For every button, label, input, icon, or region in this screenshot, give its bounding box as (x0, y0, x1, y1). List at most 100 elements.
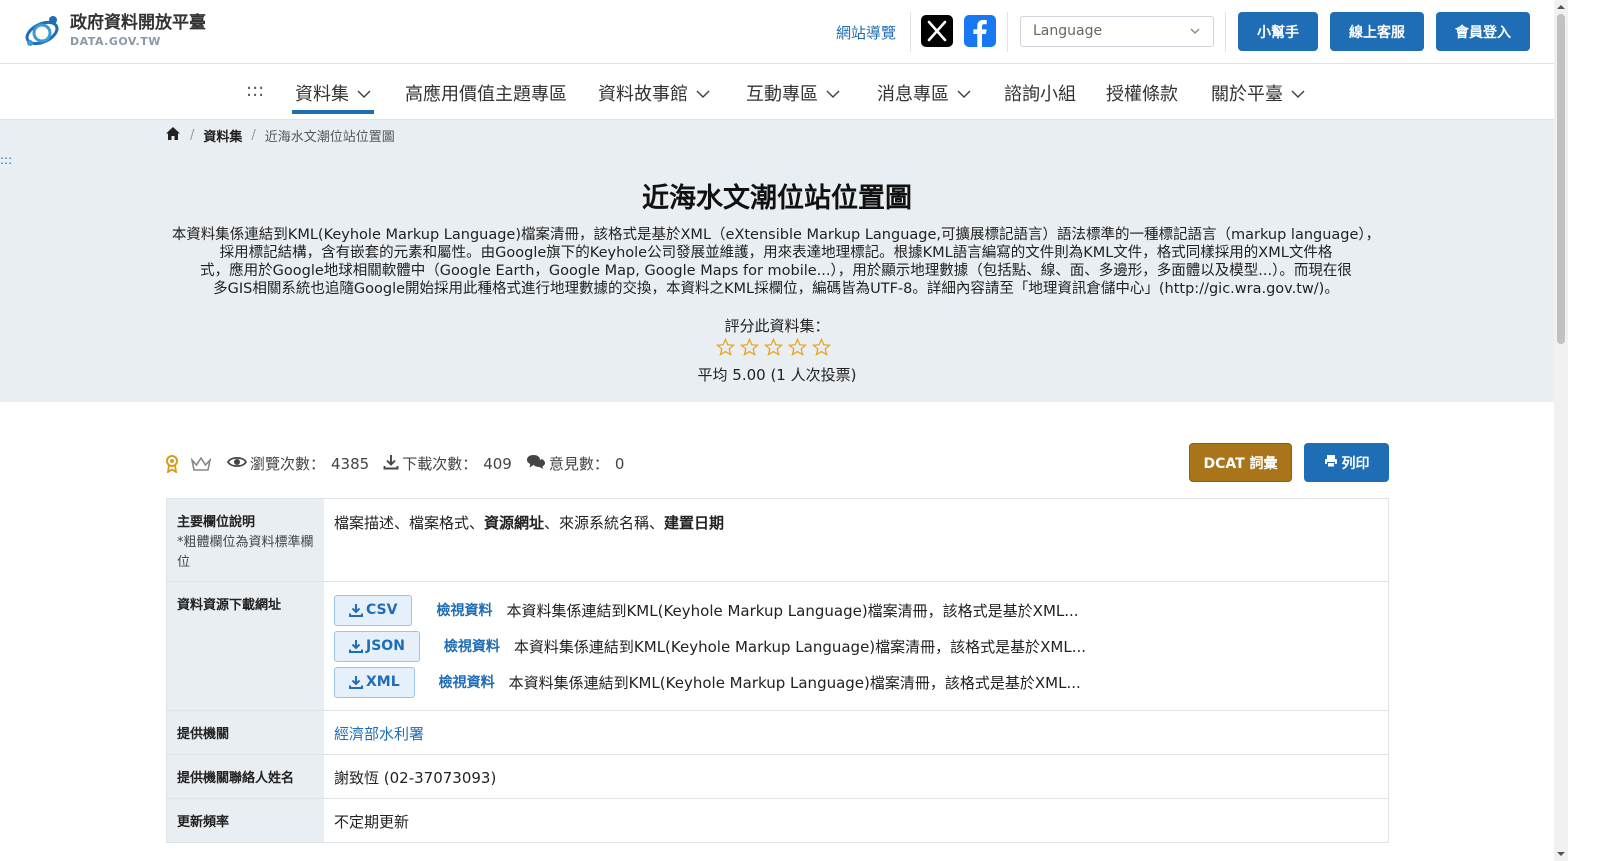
view-data-link[interactable]: 檢視資料 (436, 600, 492, 620)
chevron-down-icon (1291, 83, 1305, 104)
breadcrumb-datasets[interactable]: 資料集 (203, 126, 242, 145)
nav-item-about[interactable]: 關於平臺 (1211, 80, 1305, 106)
downloads-stat: 下載次數： 409 (383, 453, 512, 474)
star-icon[interactable] (716, 338, 735, 357)
site-header: 政府資料開放平臺 DATA.GOV.TW 網站導覽 Language 小幫手 線… (0, 0, 1568, 64)
chevron-down-icon (1189, 25, 1201, 41)
nav-item-label: 資料集 (295, 84, 349, 105)
content-skip-anchor[interactable]: ::: (0, 153, 12, 167)
online-service-button[interactable]: 線上客服 (1330, 12, 1424, 51)
nav-item-label: 資料故事館 (598, 84, 688, 105)
nav-item-label: 授權條款 (1106, 84, 1178, 105)
dataset-info-table: 主要欄位說明 *粗體欄位為資料標準欄位 檔案描述、檔案格式、資源網址、來源系統名… (166, 498, 1389, 843)
nav-item-advisory[interactable]: 諮詢小組 (1004, 80, 1076, 106)
agency-link[interactable]: 經濟部水利署 (334, 725, 424, 743)
chevron-down-icon (357, 83, 371, 104)
divider (1225, 12, 1226, 52)
language-select-value: Language (1033, 23, 1103, 39)
star-icon[interactable] (812, 338, 831, 357)
description-line: 採用標記結構，含有嵌套的元素和屬性。由Google旗下的Keyhole公司發展並… (219, 245, 1333, 261)
fields-note: *粗體欄位為資料標準欄位 (177, 535, 314, 570)
nav-active-indicator (292, 110, 374, 114)
field-text-bold: 建置日期 (664, 514, 725, 532)
table-key: 主要欄位說明 *粗體欄位為資料標準欄位 (167, 499, 324, 581)
logo-icon (22, 12, 64, 50)
eye-icon (226, 455, 248, 473)
downloads-key: 資料資源下載網址 (167, 582, 324, 710)
breadcrumb-current: 近海水文潮位站位置圖 (264, 130, 395, 145)
description-line: 本資料集係連結到KML(Keyhole Markup Language)檔案清冊… (171, 227, 1381, 243)
chevron-down-icon (957, 83, 971, 104)
page-scrollbar[interactable] (1554, 0, 1568, 861)
nav-item-datasets[interactable]: 資料集 (295, 80, 371, 106)
nav-item-stories[interactable]: 資料故事館 (598, 80, 710, 106)
download-format: JSON (366, 638, 405, 654)
nav-item-label: 高應用價值主題專區 (405, 84, 567, 105)
download-xml-button[interactable]: XML (334, 666, 415, 698)
star-icon[interactable] (788, 338, 807, 357)
site-logo[interactable]: 政府資料開放平臺 DATA.GOV.TW (22, 12, 206, 50)
view-data-link[interactable]: 檢視資料 (444, 636, 500, 656)
sitemap-link[interactable]: 網站導覽 (836, 22, 896, 43)
download-format: XML (366, 674, 400, 690)
comments-label: 意見數： (548, 455, 609, 473)
agency-key: 提供機關 (167, 711, 324, 754)
fields-key: 主要欄位說明 (177, 515, 256, 530)
star-icon[interactable] (764, 338, 783, 357)
download-format: CSV (366, 602, 398, 618)
table-row: 提供機關 經濟部水利署 (166, 711, 1389, 755)
resources-list: CSV 檢視資料 本資料集係連結到KML(Keyhole Markup Lang… (324, 582, 1388, 710)
frequency-key: 更新頻率 (167, 799, 324, 842)
chevron-down-icon (826, 83, 840, 104)
resource-description: 本資料集係連結到KML(Keyhole Markup Language)檔案清冊… (513, 637, 1087, 656)
view-data-link[interactable]: 檢視資料 (439, 672, 495, 692)
download-csv-button[interactable]: CSV (334, 594, 413, 626)
facebook-icon[interactable] (964, 15, 996, 47)
rating-stars (716, 338, 831, 357)
comments-icon (526, 454, 546, 474)
field-text-bold: 資源網址 (484, 514, 545, 532)
scroll-up-icon (1557, 5, 1565, 9)
nav-item-license[interactable]: 授權條款 (1106, 80, 1178, 106)
nav-item-label: 消息專區 (877, 84, 949, 105)
description-line: 式，應用於Google地球相關軟體中（Google Earth，Google M… (200, 263, 1352, 279)
member-login-button[interactable]: 會員登入 (1436, 12, 1530, 51)
nav-item-interactive[interactable]: 互動專區 (746, 80, 840, 106)
scrollbar-thumb[interactable] (1557, 14, 1565, 344)
resource-row: JSON 檢視資料 本資料集係連結到KML(Keyhole Markup Lan… (334, 628, 1378, 664)
home-icon[interactable] (165, 126, 181, 145)
printer-icon (1324, 454, 1342, 472)
award-icon (165, 454, 179, 473)
divider (1007, 12, 1008, 52)
chevron-down-icon (696, 83, 710, 104)
table-row: 主要欄位說明 *粗體欄位為資料標準欄位 檔案描述、檔案格式、資源網址、來源系統名… (166, 499, 1389, 582)
print-button[interactable]: 列印 (1304, 443, 1389, 482)
download-json-button[interactable]: JSON (334, 630, 420, 662)
page-title: 近海水文潮位站位置圖 (642, 183, 912, 214)
field-text: 、來源系統名稱、 (544, 514, 665, 532)
star-icon[interactable] (740, 338, 759, 357)
download-icon (349, 676, 363, 689)
language-select[interactable]: Language (1020, 16, 1214, 47)
table-row: 資料資源下載網址 CSV 檢視資料 本資料集係連結到KML(Keyhole Ma… (166, 582, 1389, 711)
contact-key: 提供機關聯絡人姓名 (167, 755, 324, 798)
helper-button[interactable]: 小幫手 (1238, 12, 1318, 51)
breadcrumb: / 資料集 / 近海水文潮位站位置圖 (165, 126, 395, 145)
download-icon (383, 454, 399, 474)
nav-item-high-value[interactable]: 高應用價值主題專區 (405, 80, 567, 106)
contact-value: 謝致恆 (02-37073093) (334, 769, 497, 787)
frequency-value: 不定期更新 (334, 813, 410, 831)
nav-skip-anchor[interactable]: ::: (246, 80, 264, 101)
download-icon (349, 640, 363, 653)
dcat-vocabulary-button[interactable]: DCAT 詞彙 (1189, 443, 1292, 482)
x-twitter-icon[interactable] (921, 15, 953, 47)
nav-item-label: 諮詢小組 (1004, 84, 1076, 105)
logo-title: 政府資料開放平臺 (70, 13, 206, 33)
rating-average: 平均 5.00 (1 人次投票) (697, 366, 857, 384)
resource-row: CSV 檢視資料 本資料集係連結到KML(Keyhole Markup Lang… (334, 592, 1378, 628)
main-navigation: ::: 資料集 高應用價值主題專區 資料故事館 互動專區 消息專區 諮詢小組 授… (0, 64, 1568, 120)
views-label: 瀏覽次數： (250, 455, 326, 473)
nav-item-label: 互動專區 (746, 84, 818, 105)
nav-item-news[interactable]: 消息專區 (877, 80, 971, 106)
rating-label: 評分此資料集： (724, 317, 830, 335)
